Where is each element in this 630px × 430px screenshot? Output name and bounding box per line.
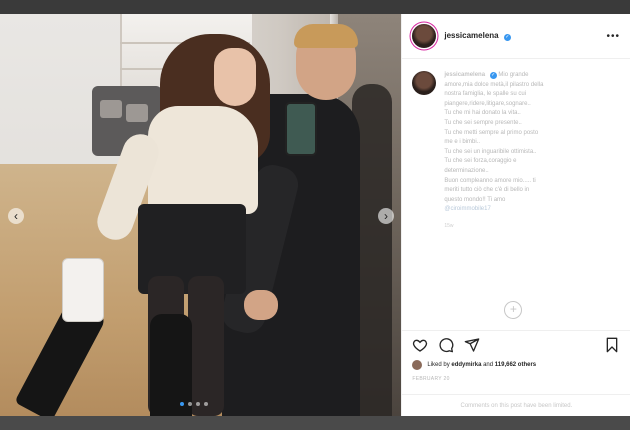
carousel-dot bbox=[204, 402, 208, 406]
photo-woman-top bbox=[148, 106, 258, 214]
photo-man-hand bbox=[244, 290, 278, 320]
post-modal: ‹ › jessicamelena ✓ ••• jessicamelena ✓ … bbox=[0, 14, 630, 416]
caption-line: Tu che metti sempre al primo posto bbox=[444, 129, 539, 136]
likes-count[interactable]: 119,662 others bbox=[495, 362, 536, 368]
post-side-panel: jessicamelena ✓ ••• jessicamelena ✓ Mio … bbox=[401, 14, 630, 416]
caption-avatar[interactable] bbox=[412, 71, 437, 95]
comments-list[interactable]: jessicamelena ✓ Mio grande amore,mia dolc… bbox=[402, 59, 630, 327]
caption-username[interactable]: jessicamelena bbox=[444, 72, 485, 78]
liker-avatar bbox=[412, 360, 423, 370]
liker-username[interactable]: eddymirka bbox=[451, 362, 481, 368]
caption-line: piangere,ridere,litigare,sognare.. bbox=[444, 100, 531, 107]
comments-limited-notice: Comments on this post have been limited. bbox=[402, 394, 630, 417]
username-text[interactable]: jessicamelena bbox=[444, 31, 498, 40]
carousel-dot bbox=[196, 402, 200, 406]
verified-badge-icon: ✓ bbox=[503, 34, 511, 41]
photo-pillow bbox=[100, 100, 122, 118]
caption-lines: Mio grande amore,mia dolce metà,il pilast… bbox=[444, 72, 616, 205]
caption-line: me e i bimbi.. bbox=[444, 139, 481, 146]
caption-line: Tu che sei sempre presente.. bbox=[444, 119, 522, 126]
more-options-icon[interactable]: ••• bbox=[606, 31, 620, 42]
photo-woman-face bbox=[214, 48, 256, 106]
share-icon[interactable] bbox=[464, 337, 480, 353]
photo-man-hair bbox=[294, 24, 358, 48]
bottom-bar bbox=[0, 416, 630, 430]
carousel-dot bbox=[180, 402, 184, 406]
carousel-dots bbox=[180, 402, 208, 406]
caption-line: determinazione.. bbox=[444, 167, 489, 174]
caption-line: Tu che sei un inguaribile ottimista.. bbox=[444, 148, 537, 155]
caption-line: questo mondo!! Ti amo bbox=[444, 196, 506, 203]
caption-line: Buon compleanno amore mio..... ti bbox=[444, 177, 536, 184]
plus-circle-icon[interactable]: + bbox=[504, 301, 523, 319]
caption-time: 15w bbox=[444, 222, 454, 229]
likes-and: and bbox=[483, 362, 494, 368]
heart-icon[interactable] bbox=[412, 337, 428, 353]
post-actions bbox=[402, 330, 630, 358]
username-link[interactable]: jessicamelena ✓ bbox=[444, 31, 511, 41]
photo-boot bbox=[150, 314, 192, 416]
photo-phone bbox=[285, 102, 317, 156]
likes-prefix: Liked by bbox=[427, 362, 450, 368]
comment-icon[interactable] bbox=[438, 337, 454, 353]
photo-pillow bbox=[126, 104, 148, 122]
post-photo[interactable]: ‹ › bbox=[0, 14, 402, 416]
mention-link[interactable]: @ciroimmobile17 bbox=[444, 205, 616, 215]
post-header: jessicamelena ✓ ••• bbox=[402, 14, 630, 59]
bookmark-icon[interactable] bbox=[604, 337, 620, 353]
caption-line: Tu che mi hai donato la vita.. bbox=[444, 110, 521, 117]
photo-woman-leg bbox=[188, 276, 224, 416]
post-date: FEBRUARY 20 bbox=[412, 376, 450, 382]
top-bar bbox=[0, 0, 630, 14]
caption-line: Tu che sei forza,coraggio e bbox=[444, 158, 517, 165]
caption-line: nostra famiglia, le spalle su cui bbox=[444, 91, 527, 98]
carousel-dot bbox=[188, 402, 192, 406]
likes-line: Liked by eddymirka and 119,662 others bbox=[412, 360, 536, 370]
photo-handbag bbox=[62, 258, 104, 322]
verified-badge-icon: ✓ bbox=[489, 72, 497, 79]
prev-photo-button[interactable]: ‹ bbox=[8, 208, 24, 224]
caption-text: jessicamelena ✓ Mio grande amore,mia dolc… bbox=[444, 71, 616, 215]
caption-line: meriti tutto ciò che c'è di bello in bbox=[444, 187, 530, 194]
next-photo-button[interactable]: › bbox=[378, 208, 394, 224]
caption-line: Mio grande bbox=[498, 72, 529, 78]
caption-comment: jessicamelena ✓ Mio grande amore,mia dolc… bbox=[402, 59, 630, 215]
avatar[interactable] bbox=[412, 24, 437, 48]
caption-line: amore,mia dolce metà,il pilastro della bbox=[444, 81, 544, 88]
